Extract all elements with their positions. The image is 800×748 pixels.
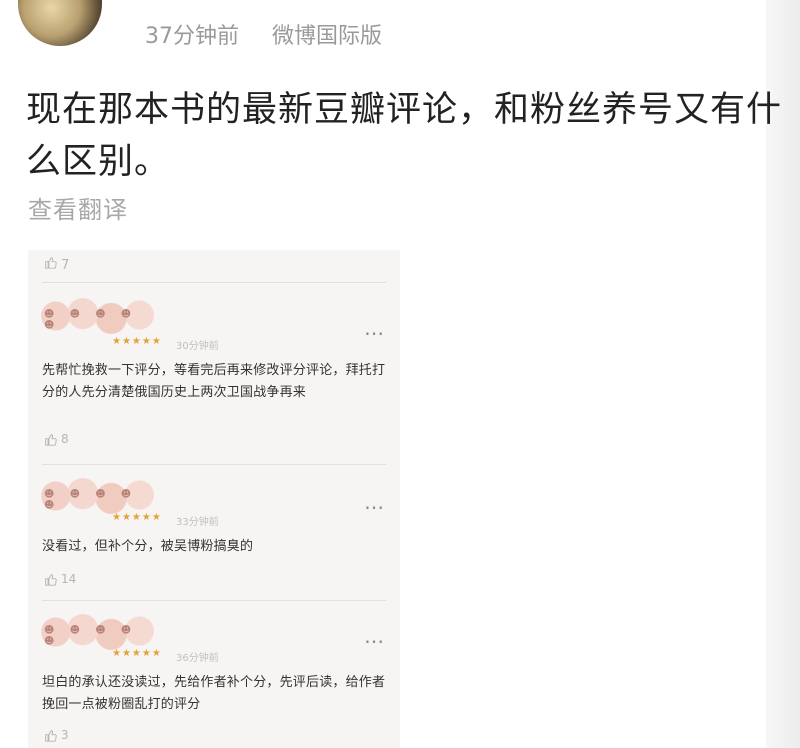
star-rating: ★★★★★ — [112, 512, 162, 523]
like-button[interactable]: 3 — [44, 728, 69, 742]
review-time: 36分钟前 — [176, 653, 219, 664]
review-time: 30分钟前 — [176, 341, 219, 352]
thumb-up-icon — [45, 730, 57, 742]
review-text: 没看过，但补个分，被吴博粉搞臭的 — [42, 539, 254, 554]
post-text: 现在那本书的最新豆瓣评论，和粉丝养号又有什么区别。 — [26, 90, 783, 182]
thumb-up-icon — [45, 434, 57, 446]
like-count: 8 — [61, 432, 69, 446]
embedded-screenshot[interactable]: 7 ★★★★★ 30分钟前 ⋯ 先帮忙挽救一下评分，等看完后再来修改评分评论，拜… — [28, 250, 400, 748]
like-button[interactable]: 8 — [44, 432, 69, 446]
like-count: 14 — [61, 572, 77, 586]
post-source[interactable]: 微博国际版 — [272, 24, 382, 49]
post-meta: 37分钟前 微博国际版 — [145, 18, 408, 50]
like-button[interactable]: 14 — [44, 572, 76, 586]
review-text: 坦白的承认还没读过，先给作者补个分，先评后读，给作者挽回一点被粉圈乱打的评分 — [42, 675, 386, 712]
like-count: 3 — [61, 728, 69, 742]
divider — [42, 600, 386, 601]
thumb-up-icon — [45, 574, 57, 586]
star-rating: ★★★★★ — [112, 648, 162, 659]
avatar[interactable] — [18, 0, 102, 46]
more-icon[interactable]: ⋯ — [364, 323, 384, 343]
top-like-count: 7 — [61, 258, 70, 273]
review-text: 先帮忙挽救一下评分，等看完后再来修改评分评论，拜托打分的人先分清楚俄国历史上两次… — [42, 363, 386, 400]
review-time: 33分钟前 — [176, 517, 219, 528]
thumb-up-icon — [45, 257, 57, 269]
more-icon[interactable]: ⋯ — [364, 497, 384, 517]
post-time: 37分钟前 — [145, 24, 239, 49]
divider — [42, 282, 386, 283]
top-like: 7 — [44, 256, 69, 273]
reviewer-avatar-blurred — [38, 292, 156, 340]
divider — [42, 464, 386, 465]
star-rating: ★★★★★ — [112, 336, 162, 347]
translate-link[interactable]: 查看翻译 — [28, 190, 128, 225]
more-icon[interactable]: ⋯ — [364, 631, 384, 651]
